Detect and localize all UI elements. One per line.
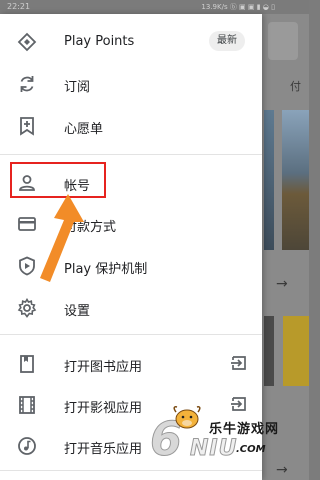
cow-mascot-icon: [173, 406, 201, 429]
background-app-thumb: [264, 316, 274, 386]
book-icon: [20, 355, 34, 373]
refresh-icon: [20, 76, 34, 92]
drawer-item-label: 打开图书应用: [64, 360, 143, 375]
watermark-domain: .COM: [236, 444, 266, 455]
bookmark-add-icon: [20, 117, 34, 136]
drawer-item-settings[interactable]: 设置: [0, 288, 262, 328]
background-app-thumb: [283, 316, 309, 386]
drawer-item-wishlist[interactable]: 心愿单: [0, 106, 262, 146]
drawer-item-label: 订阅: [64, 80, 91, 95]
drawer-item-label: Play Points: [64, 34, 135, 49]
drawer-item-subscriptions[interactable]: 订阅: [0, 64, 262, 104]
new-badge: 最新: [209, 31, 245, 51]
open-external-icon: [231, 397, 246, 411]
music-note-icon: [18, 437, 36, 455]
drawer-divider: [0, 154, 262, 155]
open-external-icon: [231, 356, 246, 370]
status-indicators: 13.9K/s ⓑ ▣ ▣ ▮ ◒ ▯: [201, 3, 275, 11]
drawer-item-label: 打开影视应用: [64, 401, 143, 416]
watermark-site-name: 乐牛游戏网: [209, 422, 280, 437]
drawer-divider: [0, 470, 262, 471]
film-icon: [19, 396, 35, 414]
annotation-arrow-icon: [40, 194, 84, 282]
drawer-item-label: 心愿单: [64, 122, 104, 137]
status-time: 22:21: [7, 2, 31, 11]
arrow-right-icon: →: [276, 276, 288, 292]
drawer-item-open-books[interactable]: 打开图书应用: [0, 344, 262, 384]
drawer-item-play-points[interactable]: Play Points 最新: [0, 22, 262, 62]
drawer-divider: [0, 334, 262, 335]
background-search-bar: [268, 22, 298, 60]
diamond-icon: [17, 32, 37, 52]
gear-icon: [17, 298, 37, 318]
background-card-image: [282, 110, 309, 250]
background-card-image: [264, 110, 274, 250]
background-tab-label: 付: [290, 80, 301, 93]
drawer-item-label: 打开音乐应用: [64, 442, 143, 457]
arrow-right-icon: →: [276, 462, 288, 478]
status-bar: 22:21 13.9K/s ⓑ ▣ ▣ ▮ ◒ ▯: [0, 0, 309, 14]
watermark-logo-text: NIU: [189, 436, 238, 462]
drawer-item-label: 设置: [64, 304, 91, 319]
